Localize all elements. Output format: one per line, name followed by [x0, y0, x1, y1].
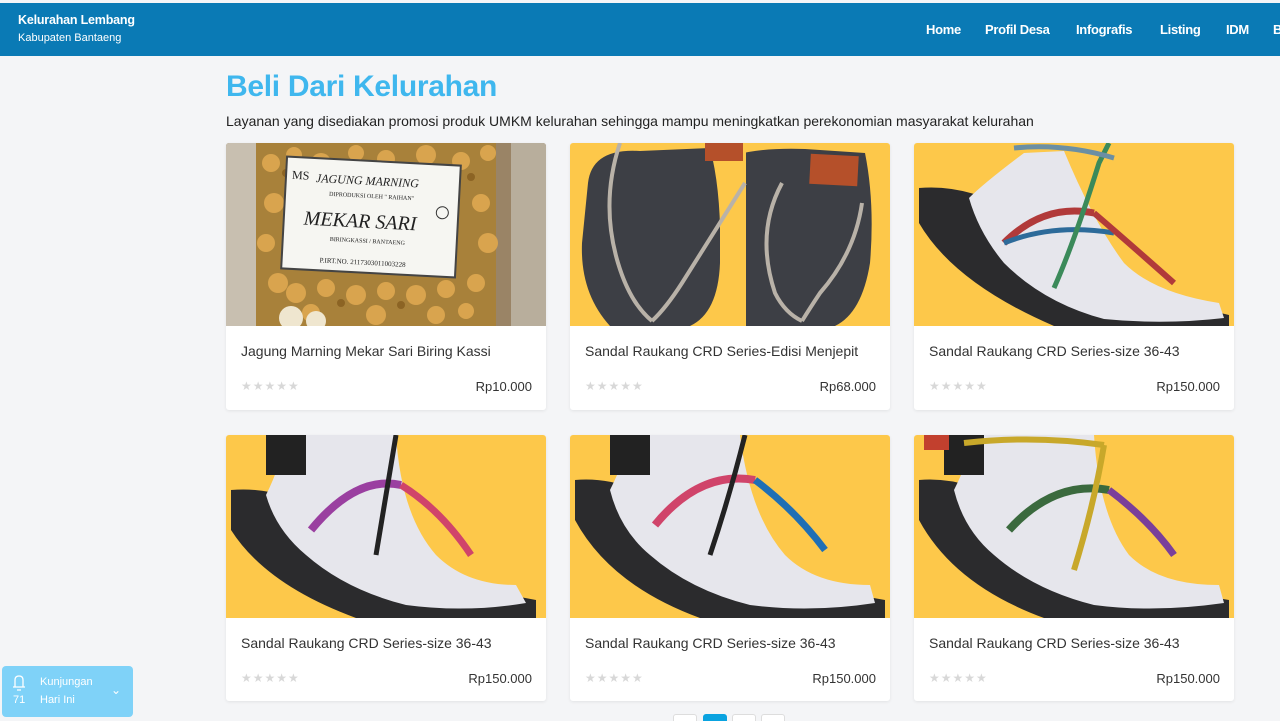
product-card[interactable]: Sandal Raukang CRD Series-size 36-43 ★★★… — [570, 435, 890, 701]
product-title[interactable]: Sandal Raukang CRD Series-size 36-43 — [929, 343, 1180, 359]
product-title[interactable]: Sandal Raukang CRD Series-size 36-43 — [585, 635, 836, 651]
product-image-sandal[interactable] — [914, 435, 1234, 618]
product-price: Rp10.000 — [475, 379, 532, 394]
rating-stars: ★★★★★ — [241, 379, 300, 393]
rating-stars: ★★★★★ — [929, 671, 988, 685]
visitor-label: Kunjungan — [40, 676, 93, 688]
visitor-counter-widget[interactable]: 71 Kunjungan Hari Ini ⌄ — [2, 666, 133, 717]
product-card[interactable]: JAGUNG MARNING DIPRODUKSI OLEH " RAIHAN"… — [226, 143, 546, 410]
product-image-sandal[interactable] — [226, 435, 546, 618]
product-image-flip-flops[interactable] — [570, 143, 890, 326]
rating-stars: ★★★★★ — [241, 671, 300, 685]
product-title[interactable]: Jagung Marning Mekar Sari Biring Kassi — [241, 343, 491, 359]
product-image-sandal[interactable] — [570, 435, 890, 618]
product-price: Rp68.000 — [819, 379, 876, 394]
rating-stars: ★★★★★ — [585, 379, 644, 393]
pagination-next[interactable] — [761, 714, 785, 721]
pagination-page-active[interactable] — [703, 714, 727, 721]
product-price: Rp150.000 — [812, 671, 876, 686]
visitor-count: 71 — [13, 694, 26, 706]
product-title[interactable]: Sandal Raukang CRD Series-size 36-43 — [929, 635, 1180, 651]
page-description: Layanan yang disediakan promosi produk U… — [226, 113, 1034, 129]
product-price: Rp150.000 — [1156, 671, 1220, 686]
snack-label-ms: MS — [292, 168, 310, 183]
product-title[interactable]: Sandal Raukang CRD Series-size 36-43 — [241, 635, 492, 651]
nav-infografis[interactable]: Infografis — [1076, 22, 1133, 37]
pagination-prev[interactable] — [673, 714, 697, 721]
product-image-snack-bag[interactable]: JAGUNG MARNING DIPRODUKSI OLEH " RAIHAN"… — [226, 143, 546, 326]
product-price: Rp150.000 — [468, 671, 532, 686]
product-title[interactable]: Sandal Raukang CRD Series-Edisi Menjepit — [585, 343, 858, 359]
top-navbar: Kelurahan Lembang Kabupaten Bantaeng Hom… — [0, 3, 1280, 56]
nav-home[interactable]: Home — [926, 22, 961, 37]
product-price: Rp150.000 — [1156, 379, 1220, 394]
main-nav: Home Profil Desa Infografis Listing IDM … — [0, 22, 1280, 42]
rating-stars: ★★★★★ — [929, 379, 988, 393]
chevron-down-icon[interactable]: ⌄ — [111, 683, 121, 697]
product-card[interactable]: Sandal Raukang CRD Series-size 36-43 ★★★… — [226, 435, 546, 701]
pagination-page[interactable] — [732, 714, 756, 721]
bell-icon — [13, 675, 25, 691]
product-card[interactable]: Sandal Raukang CRD Series-size 36-43 ★★★… — [914, 435, 1234, 701]
nav-listing[interactable]: Listing — [1160, 22, 1201, 37]
page-title: Beli Dari Kelurahan — [226, 70, 498, 103]
nav-more[interactable]: B — [1273, 22, 1280, 37]
nav-idm[interactable]: IDM — [1226, 22, 1249, 37]
product-card[interactable]: Sandal Raukang CRD Series-size 36-43 ★★★… — [914, 143, 1234, 410]
product-card[interactable]: Sandal Raukang CRD Series-Edisi Menjepit… — [570, 143, 890, 410]
product-image-sandal[interactable] — [914, 143, 1234, 326]
rating-stars: ★★★★★ — [585, 671, 644, 685]
visitor-period: Hari Ini — [40, 694, 75, 706]
nav-profil-desa[interactable]: Profil Desa — [985, 22, 1050, 37]
